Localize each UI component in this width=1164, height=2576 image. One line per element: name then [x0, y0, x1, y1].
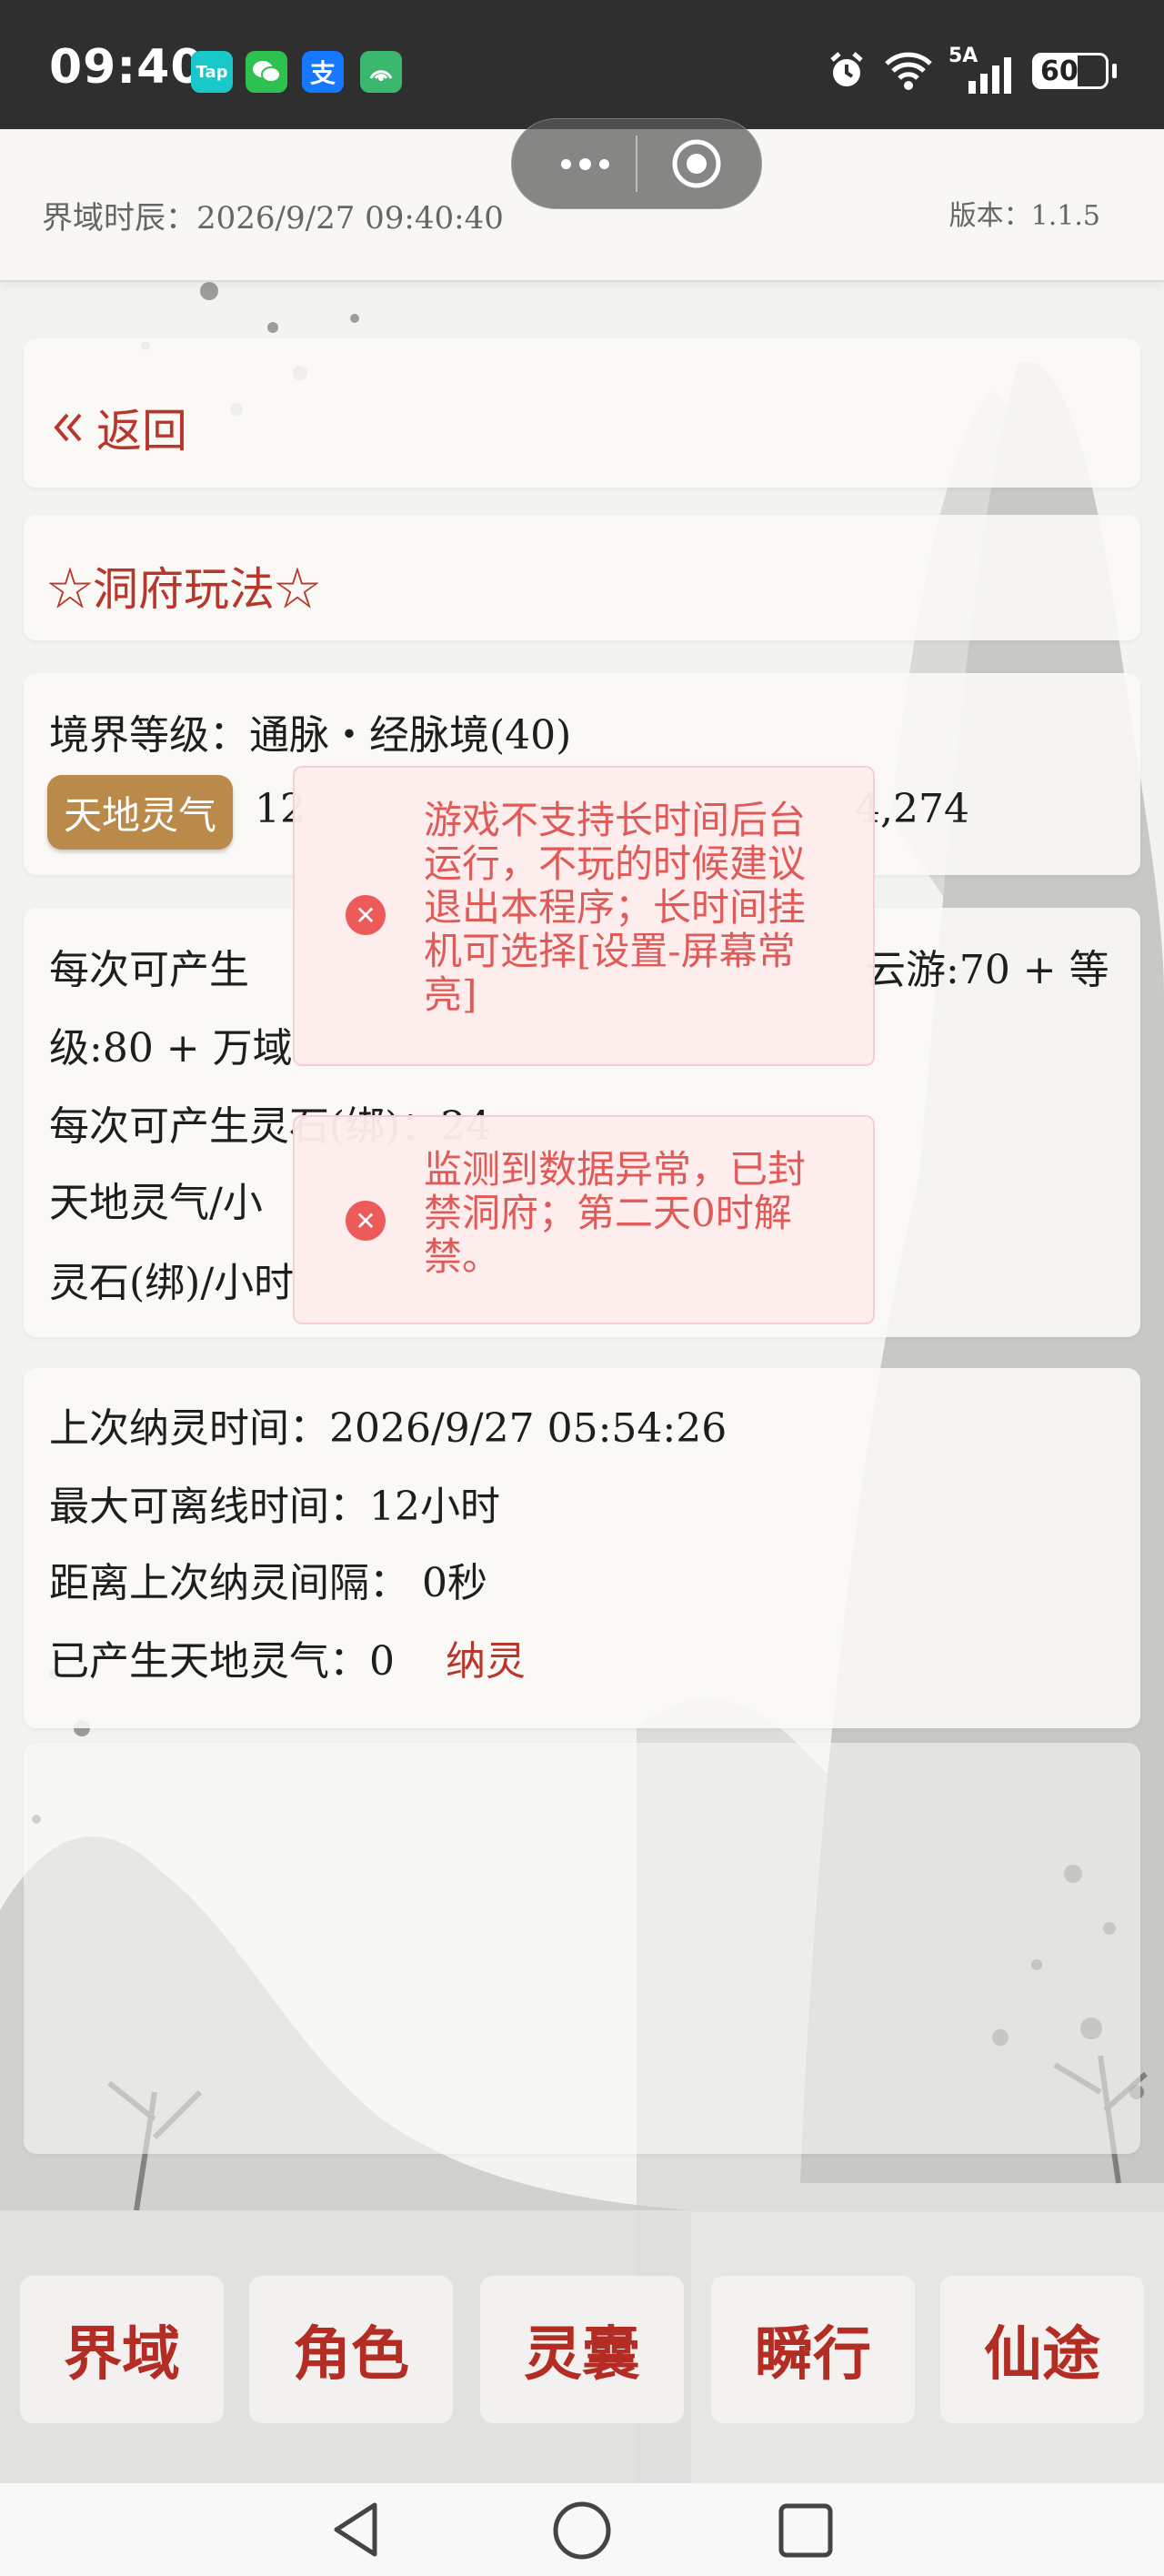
toast-message: 游戏不支持长时间后台运行，不玩的时候建议退出本程序；长时间挂机可选择[设置-屏幕…	[424, 798, 807, 1017]
status-bar: 09:40 Tap 支 5A 60	[0, 0, 1164, 129]
toast-ban-notice: ✕ 监测到数据异常，已封禁洞府；第二天0时解禁。	[293, 1115, 875, 1324]
wechat-icon	[246, 51, 287, 93]
alarm-icon	[830, 52, 863, 86]
production-line-5: 灵石(绑)/小时	[49, 1260, 295, 1306]
miniprogram-capsule	[511, 118, 762, 209]
absorb-interval: 距离上次纳灵间隔： 0秒	[49, 1560, 487, 1606]
app-icon	[360, 51, 402, 93]
back-button[interactable]: 返回	[51, 395, 187, 460]
nav-lingnang[interactable]: 灵囊	[480, 2276, 684, 2423]
nav-xiantu[interactable]: 仙途	[940, 2276, 1144, 2423]
close-miniprogram-button[interactable]	[670, 137, 723, 190]
more-menu-button[interactable]	[545, 143, 625, 185]
production-line-4: 天地灵气/小	[49, 1180, 263, 1226]
double-chevron-left-icon	[54, 413, 82, 442]
nav-shunxing[interactable]: 瞬行	[711, 2276, 915, 2423]
produced-lingqi: 已产生天地灵气：0 纳灵	[49, 1628, 526, 1686]
back-triangle-icon[interactable]	[327, 2500, 386, 2560]
section-title-card: ☆洞府玩法☆	[24, 515, 1140, 640]
system-navigation-bar	[0, 2483, 1164, 2576]
alipay-icon: 支	[302, 51, 344, 93]
error-icon: ✕	[346, 895, 386, 935]
bottom-nav: 界域 角色 灵囊 瞬行 仙途	[0, 2210, 1164, 2485]
status-time: 09:40	[49, 40, 205, 95]
toast-message: 监测到数据异常，已封禁洞府；第二天0时解禁。	[424, 1147, 807, 1279]
lingqi-badge[interactable]: 天地灵气	[47, 775, 234, 850]
signal-icon	[968, 57, 1011, 94]
error-icon: ✕	[346, 1201, 386, 1241]
realm-level: 境界等级：通脉・经脉境(40)	[49, 712, 572, 759]
production-line-1-right: 云游:70 + 等	[866, 947, 1109, 993]
home-circle-icon[interactable]	[551, 2500, 613, 2561]
last-absorb-time: 上次纳灵时间：2026/9/27 05:54:26	[49, 1405, 728, 1452]
battery-nub	[1112, 64, 1117, 78]
max-offline-time: 最大可离线时间：12小时	[49, 1484, 500, 1530]
wifi-icon	[885, 52, 932, 90]
back-label: 返回	[96, 405, 187, 458]
section-title: ☆洞府玩法☆	[47, 563, 320, 616]
signal-indicator: 5A	[948, 45, 1018, 94]
production-line-2: 级:80 + 万域	[49, 1025, 293, 1072]
battery-icon: 60	[1032, 53, 1109, 89]
nav-juese[interactable]: 角色	[249, 2276, 453, 2423]
absorb-card: 上次纳灵时间：2026/9/27 05:54:26 最大可离线时间：12小时 距…	[24, 1368, 1140, 1728]
taptap-icon: Tap	[191, 51, 233, 93]
nav-jieyu[interactable]: 界域	[20, 2276, 224, 2423]
empty-card	[24, 1743, 1140, 2154]
recent-square-icon[interactable]	[777, 2501, 835, 2560]
more-dots-icon	[560, 158, 571, 169]
toast-background-warning: ✕ 游戏不支持长时间后台运行，不玩的时候建议退出本程序；长时间挂机可选择[设置-…	[293, 766, 875, 1066]
capsule-divider	[636, 136, 637, 192]
produced-lingqi-label: 已产生天地灵气：0	[49, 1638, 395, 1685]
absorb-button[interactable]: 纳灵	[446, 1638, 526, 1685]
production-line-1: 每次可产生	[49, 947, 249, 993]
version-label: 版本：1.1.5	[948, 200, 1100, 232]
back-card: 返回	[24, 338, 1140, 488]
battery-level: 60	[1040, 55, 1079, 87]
header-time: 界域时辰：2026/9/27 09:40:40	[42, 200, 504, 236]
